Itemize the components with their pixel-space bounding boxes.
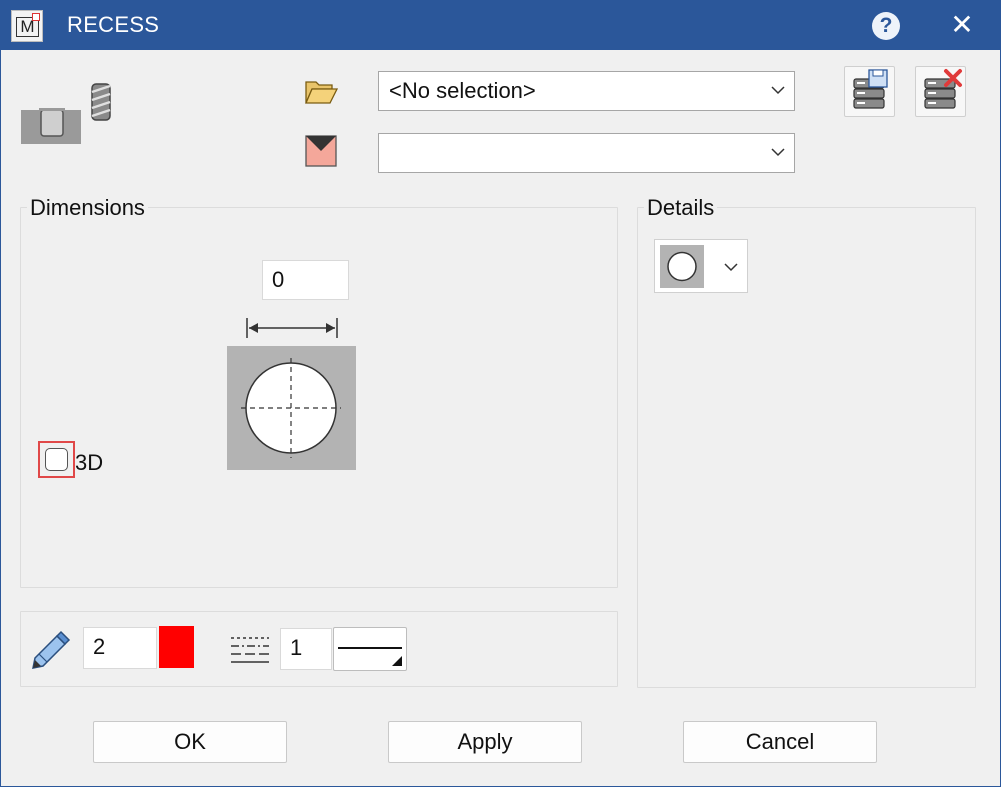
pen-color-swatch[interactable] — [159, 626, 194, 668]
3d-checkbox-box — [45, 448, 68, 471]
chevron-down-icon — [771, 148, 785, 157]
chevron-down-icon — [724, 263, 738, 272]
save-to-database-button[interactable] — [844, 66, 895, 117]
help-button[interactable]: ? — [872, 12, 900, 40]
dimensions-label: Dimensions — [27, 195, 148, 221]
close-button[interactable]: ✕ — [945, 8, 979, 42]
width-dimension-arrow-icon — [246, 318, 338, 338]
width-input-value: 0 — [272, 267, 285, 292]
chevron-down-icon — [771, 86, 785, 95]
app-icon: M — [11, 10, 43, 42]
line-type-icon — [231, 637, 269, 663]
solid-line-icon — [338, 647, 402, 666]
ok-button[interactable]: OK — [93, 721, 287, 763]
pen-number-input[interactable]: 2 — [83, 627, 157, 669]
material-icon[interactable] — [304, 134, 338, 168]
circle-recess-preview-icon — [227, 346, 356, 470]
width-input[interactable]: 0 — [262, 260, 349, 300]
material-dropdown[interactable] — [378, 133, 795, 173]
circle-icon — [660, 245, 704, 288]
database-delete-icon — [924, 69, 962, 109]
3d-checkbox-label[interactable]: 3D — [75, 450, 103, 476]
selection-dropdown[interactable]: <No selection> — [378, 71, 795, 111]
recess-dialog: M RECESS ? ✕ <No selection> Dimensions 0… — [0, 0, 1001, 787]
shape-dropdown[interactable] — [654, 239, 748, 293]
recess-tool-icon — [21, 83, 111, 144]
apply-button[interactable]: Apply — [388, 721, 582, 763]
pen-number-value: 2 — [93, 634, 106, 659]
folder-open-icon[interactable] — [304, 75, 338, 109]
pencil-icon — [32, 630, 71, 669]
window-title: RECESS — [67, 12, 160, 37]
line-style-dropdown[interactable] — [333, 627, 407, 671]
cancel-button[interactable]: Cancel — [683, 721, 877, 763]
line-type-number-input[interactable]: 1 — [280, 628, 332, 670]
dialog-body: <No selection> Dimensions 0 3D Details 2… — [1, 50, 1000, 786]
3d-checkbox[interactable] — [38, 441, 75, 478]
line-type-number-value: 1 — [290, 635, 303, 660]
database-save-icon — [853, 69, 888, 109]
title-bar: M RECESS ? ✕ — [0, 0, 1001, 50]
selection-dropdown-value: <No selection> — [389, 78, 536, 103]
details-label: Details — [644, 195, 718, 221]
app-icon-badge — [32, 13, 40, 21]
delete-from-database-button[interactable] — [915, 66, 966, 117]
